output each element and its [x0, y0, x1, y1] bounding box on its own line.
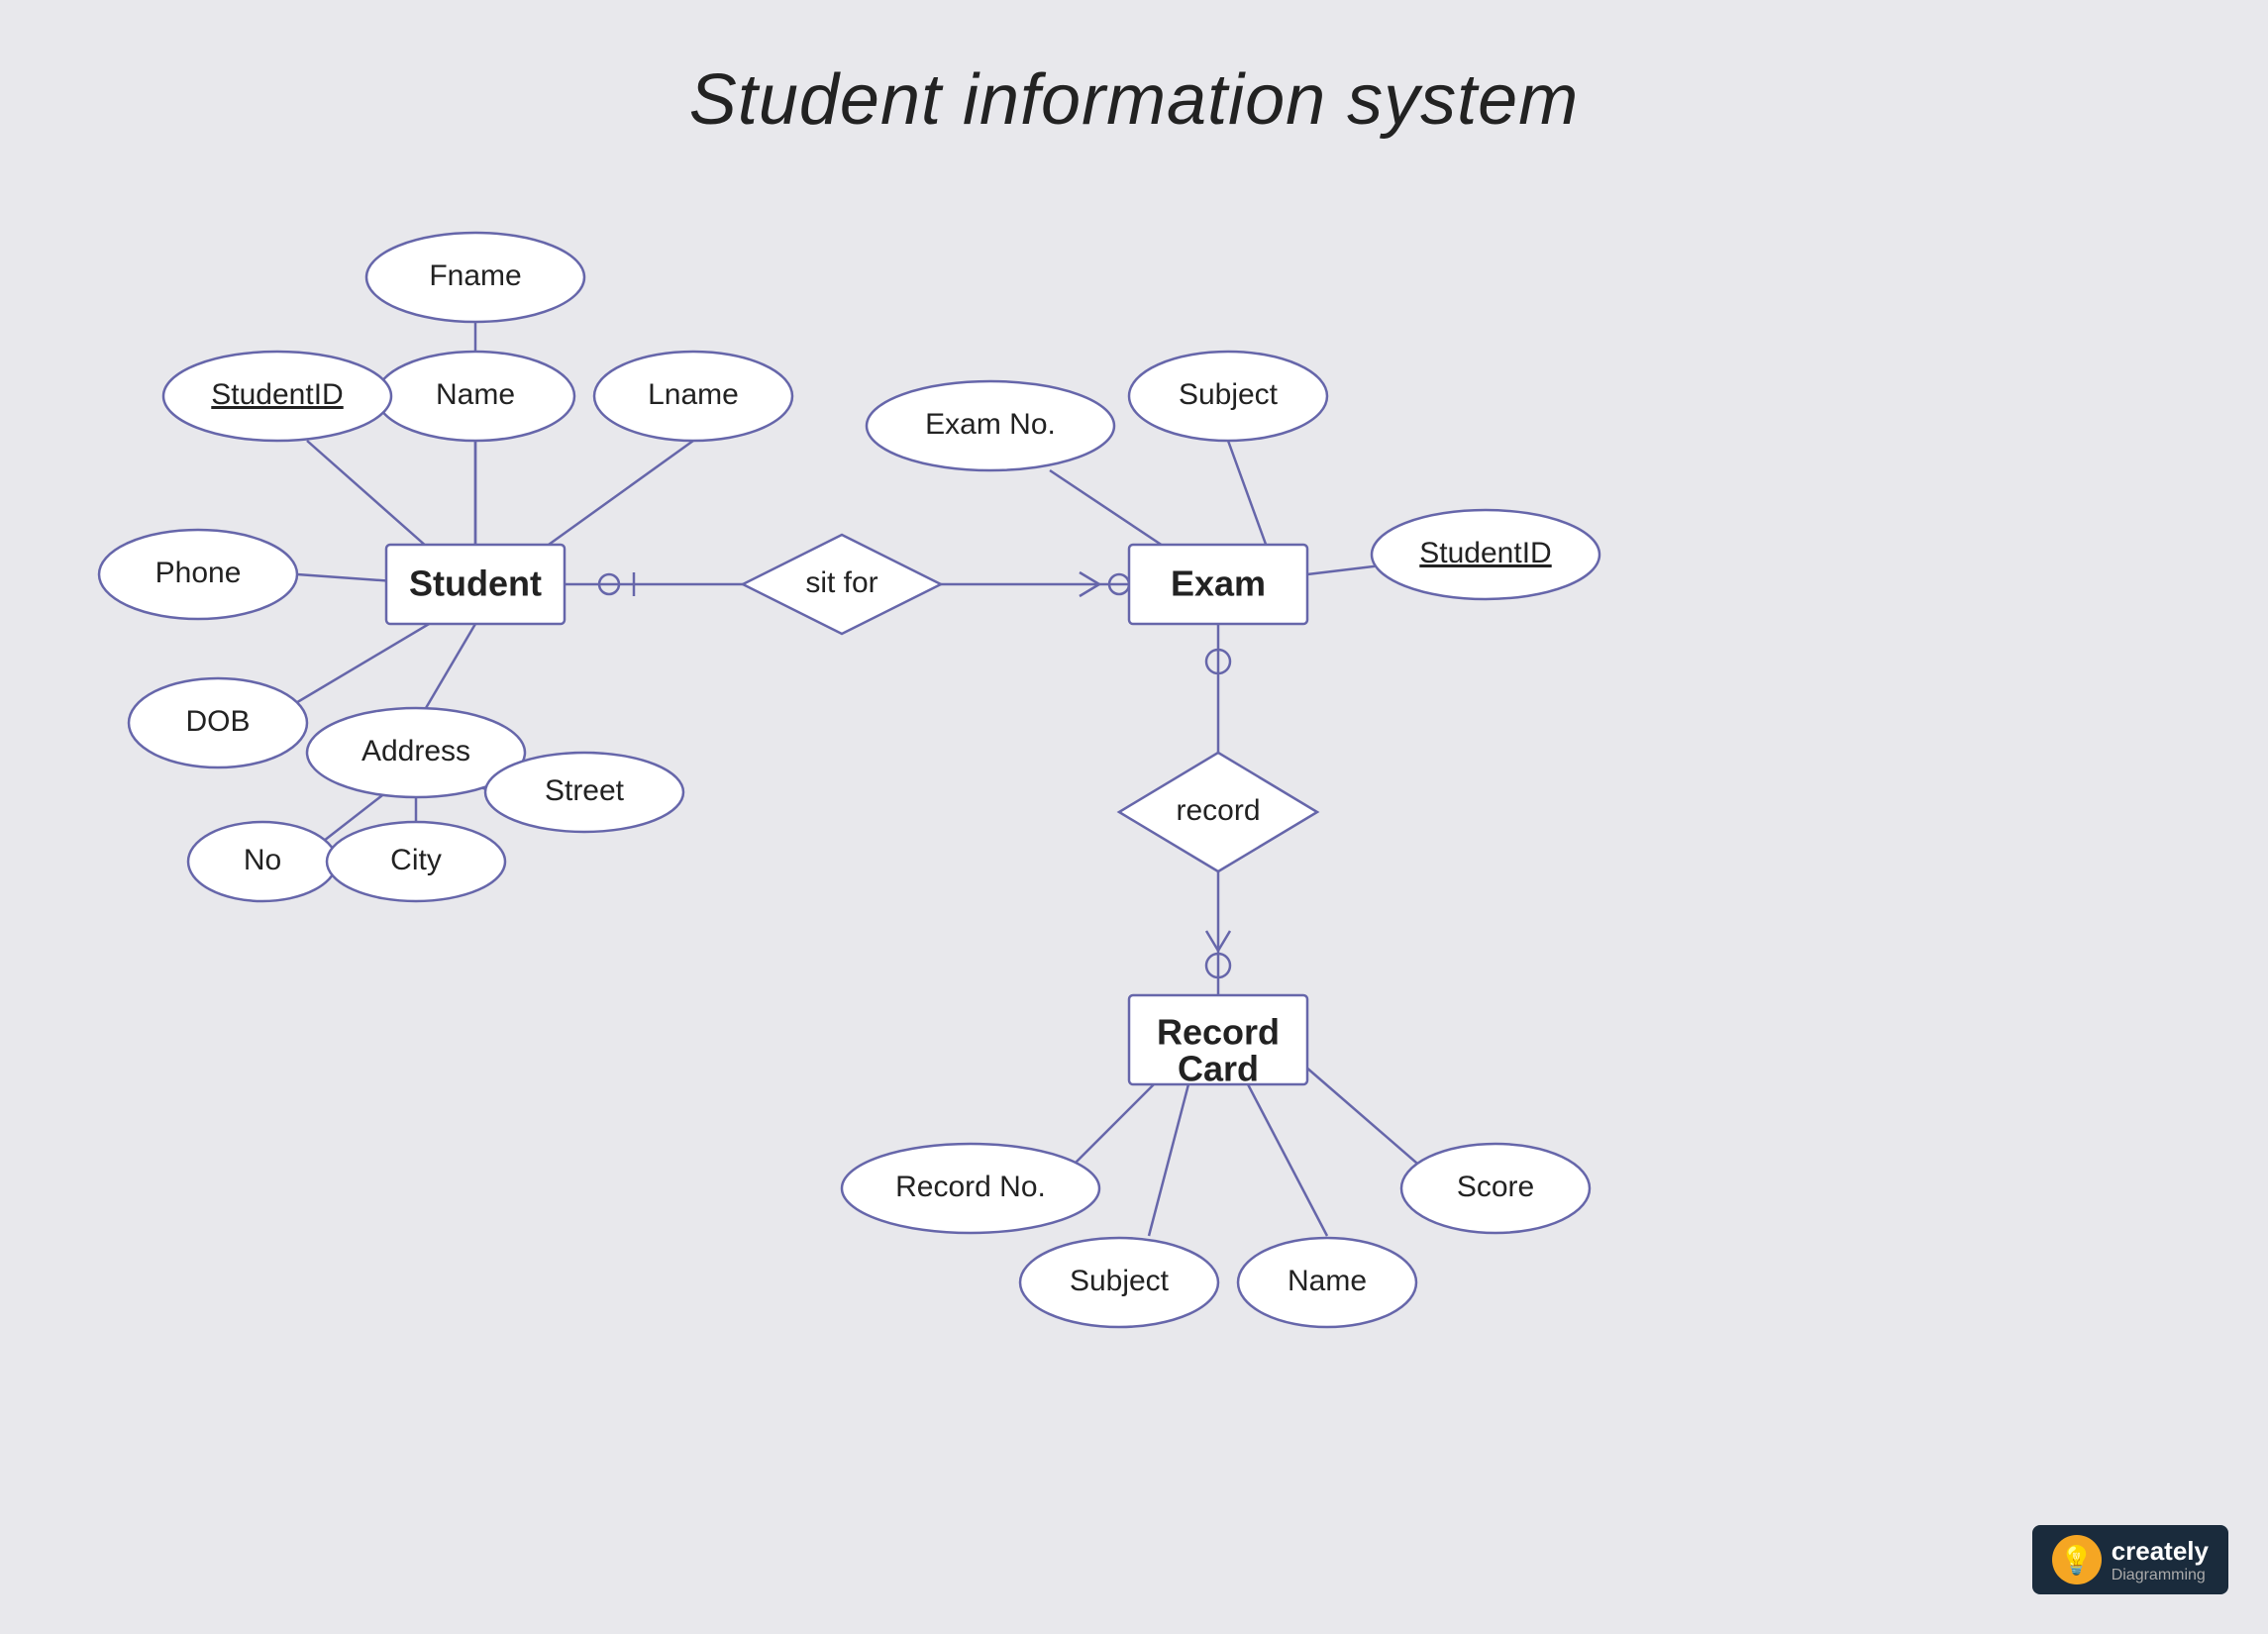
attr-score-label: Score [1457, 1171, 1534, 1203]
entity-exam-label: Exam [1171, 563, 1266, 604]
attr-name-rc-label: Name [1288, 1265, 1367, 1297]
attr-name-label: Name [436, 378, 515, 411]
attr-record-no-label: Record No. [895, 1171, 1046, 1203]
logo-sub: Diagramming [2112, 1567, 2209, 1584]
attr-subject-exam-label: Subject [1179, 378, 1279, 411]
entity-student-label: Student [409, 563, 542, 604]
line-student-sid [307, 441, 436, 555]
attr-exam-no-label: Exam No. [925, 408, 1056, 441]
line-rc-subject [1149, 1084, 1188, 1236]
attr-city-label: City [390, 844, 442, 876]
creately-logo: 💡 creately Diagramming [2032, 1525, 2228, 1594]
line-student-lname [535, 441, 693, 555]
logo-icon: 💡 [2052, 1535, 2102, 1584]
attr-fname-label: Fname [429, 259, 521, 292]
line-exam-examno [1050, 470, 1169, 550]
attr-no-label: No [244, 844, 281, 876]
er-diagram: sit for record Student Exam Record Card … [0, 0, 2268, 1634]
logo-brand: creately [2112, 1536, 2209, 1567]
attr-street-label: Street [545, 774, 625, 807]
attr-lname-label: Lname [648, 378, 739, 411]
line-rc-name [1248, 1084, 1327, 1236]
logo-text-container: creately Diagramming [2112, 1536, 2209, 1584]
diagram-container: Student information system [0, 0, 2268, 1634]
attr-phone-label: Phone [155, 557, 242, 589]
attr-student-id2-label: StudentID [1419, 537, 1551, 569]
entity-record-card-label: Record [1157, 1012, 1280, 1053]
line-student-address [426, 624, 475, 708]
attr-dob-label: DOB [185, 705, 250, 738]
rel-sit-for-label: sit for [805, 566, 877, 599]
attr-subject-rc-label: Subject [1070, 1265, 1170, 1297]
attr-address-label: Address [361, 735, 470, 767]
rel-record-label: record [1176, 794, 1260, 827]
line-exam-subject [1228, 441, 1268, 550]
entity-record-card-label2: Card [1178, 1049, 1259, 1089]
attr-student-id-label: StudentID [211, 378, 343, 411]
